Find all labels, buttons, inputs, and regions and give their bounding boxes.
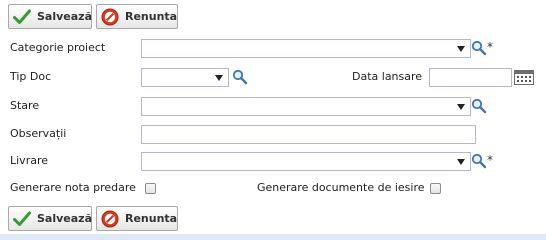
cancel-button-label: Renunta [125,212,178,225]
save-button[interactable]: Salvează [8,206,92,231]
chevron-down-icon[interactable] [214,68,224,87]
top-toolbar: Salvează Renunta [8,4,178,29]
search-icon[interactable] [471,98,487,114]
data-lansare-label: Data lansare [352,70,423,83]
save-button-label: Salvează [37,10,92,23]
data-lansare-input[interactable] [429,68,512,87]
livrare-label: Livrare [10,154,49,167]
observatii-label: Observații [10,127,67,140]
stare-combo[interactable] [141,97,471,116]
cancel-button[interactable]: Renunta [96,206,178,231]
save-button[interactable]: Salvează [8,4,92,29]
required-mark: * [487,153,493,167]
stare-label: Stare [10,99,40,112]
chevron-down-icon[interactable] [456,39,466,58]
cancel-icon [101,8,119,26]
search-icon[interactable] [471,40,487,56]
row-stare: Stare [0,95,546,117]
row-observatii: Observații [0,123,546,145]
generare-nota-label: Generare nota predare [10,181,136,194]
checkmark-icon [13,210,31,228]
categorie-proiect-combo[interactable] [141,39,471,58]
row-livrare: Livrare * [0,150,546,172]
tip-doc-label: Tip Doc [10,70,52,83]
generare-documente-label: Generare documente de iesire [257,181,425,194]
generare-documente-checkbox[interactable] [430,183,441,194]
livrare-combo[interactable] [141,152,471,171]
row-categorie-proiect: Categorie proiect * [0,37,546,59]
row-tip-doc: Tip Doc Data lansare [0,66,546,88]
observatii-input[interactable] [141,125,476,144]
cancel-button-label: Renunta [125,10,178,23]
categorie-proiect-label: Categorie proiect [10,41,106,54]
required-mark: * [487,40,493,54]
calendar-icon[interactable] [514,70,534,85]
row-generare: Generare nota predare Generare documente… [0,177,546,199]
form-panel: Salvează Renunta Categorie proiect * Tip… [0,0,546,240]
search-icon[interactable] [232,69,248,85]
generare-nota-checkbox[interactable] [145,183,156,194]
bottom-toolbar: Salvează Renunta [8,206,178,231]
cancel-button[interactable]: Renunta [96,4,178,29]
checkmark-icon [13,8,31,26]
search-icon[interactable] [471,153,487,169]
chevron-down-icon[interactable] [456,152,466,171]
chevron-down-icon[interactable] [456,97,466,116]
cancel-icon [101,210,119,228]
save-button-label: Salvează [37,212,92,225]
